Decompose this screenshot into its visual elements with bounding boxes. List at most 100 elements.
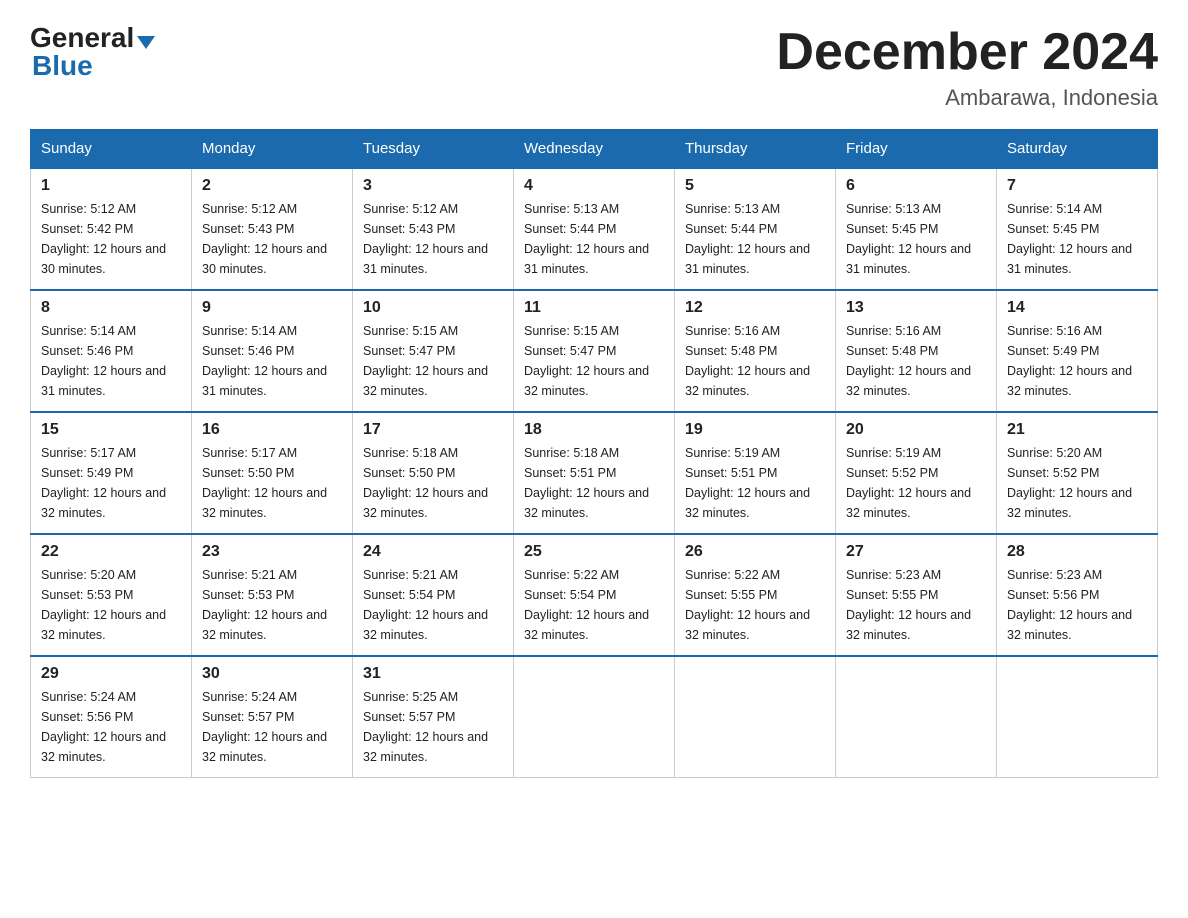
day-info: Sunrise: 5:13 AM Sunset: 5:44 PM Dayligh… bbox=[685, 199, 825, 279]
calendar-cell bbox=[675, 656, 836, 778]
day-info: Sunrise: 5:16 AM Sunset: 5:48 PM Dayligh… bbox=[685, 321, 825, 401]
calendar-cell: 24 Sunrise: 5:21 AM Sunset: 5:54 PM Dayl… bbox=[353, 534, 514, 656]
logo-blue-text: Blue bbox=[32, 50, 93, 81]
column-header-wednesday: Wednesday bbox=[514, 130, 675, 169]
column-header-thursday: Thursday bbox=[675, 130, 836, 169]
day-info: Sunrise: 5:24 AM Sunset: 5:56 PM Dayligh… bbox=[41, 687, 181, 767]
day-info: Sunrise: 5:18 AM Sunset: 5:50 PM Dayligh… bbox=[363, 443, 503, 523]
day-number: 29 bbox=[41, 665, 181, 683]
day-info: Sunrise: 5:24 AM Sunset: 5:57 PM Dayligh… bbox=[202, 687, 342, 767]
logo-text: General bbox=[30, 24, 155, 52]
day-info: Sunrise: 5:15 AM Sunset: 5:47 PM Dayligh… bbox=[524, 321, 664, 401]
calendar-cell: 16 Sunrise: 5:17 AM Sunset: 5:50 PM Dayl… bbox=[192, 412, 353, 534]
day-info: Sunrise: 5:17 AM Sunset: 5:49 PM Dayligh… bbox=[41, 443, 181, 523]
calendar-cell: 19 Sunrise: 5:19 AM Sunset: 5:51 PM Dayl… bbox=[675, 412, 836, 534]
day-number: 20 bbox=[846, 421, 986, 439]
day-number: 16 bbox=[202, 421, 342, 439]
day-number: 14 bbox=[1007, 299, 1147, 317]
calendar-header-row: SundayMondayTuesdayWednesdayThursdayFrid… bbox=[31, 130, 1158, 169]
day-number: 21 bbox=[1007, 421, 1147, 439]
day-number: 2 bbox=[202, 177, 342, 195]
calendar-cell: 29 Sunrise: 5:24 AM Sunset: 5:56 PM Dayl… bbox=[31, 656, 192, 778]
calendar-cell: 13 Sunrise: 5:16 AM Sunset: 5:48 PM Dayl… bbox=[836, 290, 997, 412]
day-info: Sunrise: 5:16 AM Sunset: 5:49 PM Dayligh… bbox=[1007, 321, 1147, 401]
day-info: Sunrise: 5:18 AM Sunset: 5:51 PM Dayligh… bbox=[524, 443, 664, 523]
day-info: Sunrise: 5:22 AM Sunset: 5:54 PM Dayligh… bbox=[524, 565, 664, 645]
day-info: Sunrise: 5:13 AM Sunset: 5:45 PM Dayligh… bbox=[846, 199, 986, 279]
calendar-cell: 4 Sunrise: 5:13 AM Sunset: 5:44 PM Dayli… bbox=[514, 168, 675, 290]
day-info: Sunrise: 5:23 AM Sunset: 5:55 PM Dayligh… bbox=[846, 565, 986, 645]
day-number: 10 bbox=[363, 299, 503, 317]
day-number: 5 bbox=[685, 177, 825, 195]
day-number: 23 bbox=[202, 543, 342, 561]
day-info: Sunrise: 5:21 AM Sunset: 5:54 PM Dayligh… bbox=[363, 565, 503, 645]
week-row-2: 8 Sunrise: 5:14 AM Sunset: 5:46 PM Dayli… bbox=[31, 290, 1158, 412]
column-header-friday: Friday bbox=[836, 130, 997, 169]
day-info: Sunrise: 5:14 AM Sunset: 5:45 PM Dayligh… bbox=[1007, 199, 1147, 279]
day-number: 9 bbox=[202, 299, 342, 317]
day-info: Sunrise: 5:20 AM Sunset: 5:52 PM Dayligh… bbox=[1007, 443, 1147, 523]
day-number: 19 bbox=[685, 421, 825, 439]
day-number: 30 bbox=[202, 665, 342, 683]
calendar-cell: 6 Sunrise: 5:13 AM Sunset: 5:45 PM Dayli… bbox=[836, 168, 997, 290]
calendar-cell: 28 Sunrise: 5:23 AM Sunset: 5:56 PM Dayl… bbox=[997, 534, 1158, 656]
calendar-cell: 27 Sunrise: 5:23 AM Sunset: 5:55 PM Dayl… bbox=[836, 534, 997, 656]
day-number: 12 bbox=[685, 299, 825, 317]
column-header-tuesday: Tuesday bbox=[353, 130, 514, 169]
day-number: 28 bbox=[1007, 543, 1147, 561]
day-number: 22 bbox=[41, 543, 181, 561]
calendar-cell: 11 Sunrise: 5:15 AM Sunset: 5:47 PM Dayl… bbox=[514, 290, 675, 412]
calendar-cell: 10 Sunrise: 5:15 AM Sunset: 5:47 PM Dayl… bbox=[353, 290, 514, 412]
day-info: Sunrise: 5:19 AM Sunset: 5:52 PM Dayligh… bbox=[846, 443, 986, 523]
day-number: 6 bbox=[846, 177, 986, 195]
calendar-cell bbox=[514, 656, 675, 778]
calendar-cell: 17 Sunrise: 5:18 AM Sunset: 5:50 PM Dayl… bbox=[353, 412, 514, 534]
day-number: 17 bbox=[363, 421, 503, 439]
calendar-cell: 31 Sunrise: 5:25 AM Sunset: 5:57 PM Dayl… bbox=[353, 656, 514, 778]
calendar-cell: 8 Sunrise: 5:14 AM Sunset: 5:46 PM Dayli… bbox=[31, 290, 192, 412]
month-year-title: December 2024 bbox=[776, 24, 1158, 81]
day-info: Sunrise: 5:14 AM Sunset: 5:46 PM Dayligh… bbox=[202, 321, 342, 401]
calendar-cell: 21 Sunrise: 5:20 AM Sunset: 5:52 PM Dayl… bbox=[997, 412, 1158, 534]
calendar-cell: 5 Sunrise: 5:13 AM Sunset: 5:44 PM Dayli… bbox=[675, 168, 836, 290]
calendar-cell: 30 Sunrise: 5:24 AM Sunset: 5:57 PM Dayl… bbox=[192, 656, 353, 778]
day-info: Sunrise: 5:22 AM Sunset: 5:55 PM Dayligh… bbox=[685, 565, 825, 645]
location-label: Ambarawa, Indonesia bbox=[776, 85, 1158, 111]
day-number: 27 bbox=[846, 543, 986, 561]
day-info: Sunrise: 5:17 AM Sunset: 5:50 PM Dayligh… bbox=[202, 443, 342, 523]
day-info: Sunrise: 5:12 AM Sunset: 5:43 PM Dayligh… bbox=[363, 199, 503, 279]
week-row-1: 1 Sunrise: 5:12 AM Sunset: 5:42 PM Dayli… bbox=[31, 168, 1158, 290]
calendar-cell: 18 Sunrise: 5:18 AM Sunset: 5:51 PM Dayl… bbox=[514, 412, 675, 534]
calendar-cell: 1 Sunrise: 5:12 AM Sunset: 5:42 PM Dayli… bbox=[31, 168, 192, 290]
calendar-cell: 22 Sunrise: 5:20 AM Sunset: 5:53 PM Dayl… bbox=[31, 534, 192, 656]
day-info: Sunrise: 5:21 AM Sunset: 5:53 PM Dayligh… bbox=[202, 565, 342, 645]
day-number: 4 bbox=[524, 177, 664, 195]
calendar-cell: 3 Sunrise: 5:12 AM Sunset: 5:43 PM Dayli… bbox=[353, 168, 514, 290]
week-row-3: 15 Sunrise: 5:17 AM Sunset: 5:49 PM Dayl… bbox=[31, 412, 1158, 534]
week-row-4: 22 Sunrise: 5:20 AM Sunset: 5:53 PM Dayl… bbox=[31, 534, 1158, 656]
day-number: 18 bbox=[524, 421, 664, 439]
day-number: 25 bbox=[524, 543, 664, 561]
day-number: 1 bbox=[41, 177, 181, 195]
calendar-table: SundayMondayTuesdayWednesdayThursdayFrid… bbox=[30, 129, 1158, 778]
day-number: 8 bbox=[41, 299, 181, 317]
calendar-cell: 9 Sunrise: 5:14 AM Sunset: 5:46 PM Dayli… bbox=[192, 290, 353, 412]
day-info: Sunrise: 5:20 AM Sunset: 5:53 PM Dayligh… bbox=[41, 565, 181, 645]
calendar-cell: 23 Sunrise: 5:21 AM Sunset: 5:53 PM Dayl… bbox=[192, 534, 353, 656]
logo: General Blue bbox=[30, 24, 155, 80]
calendar-cell: 26 Sunrise: 5:22 AM Sunset: 5:55 PM Dayl… bbox=[675, 534, 836, 656]
day-number: 15 bbox=[41, 421, 181, 439]
page-header: General Blue December 2024 Ambarawa, Ind… bbox=[30, 24, 1158, 111]
week-row-5: 29 Sunrise: 5:24 AM Sunset: 5:56 PM Dayl… bbox=[31, 656, 1158, 778]
title-area: December 2024 Ambarawa, Indonesia bbox=[776, 24, 1158, 111]
calendar-cell: 14 Sunrise: 5:16 AM Sunset: 5:49 PM Dayl… bbox=[997, 290, 1158, 412]
day-number: 13 bbox=[846, 299, 986, 317]
day-number: 3 bbox=[363, 177, 503, 195]
day-number: 7 bbox=[1007, 177, 1147, 195]
column-header-saturday: Saturday bbox=[997, 130, 1158, 169]
day-info: Sunrise: 5:23 AM Sunset: 5:56 PM Dayligh… bbox=[1007, 565, 1147, 645]
day-number: 26 bbox=[685, 543, 825, 561]
column-header-sunday: Sunday bbox=[31, 130, 192, 169]
calendar-cell bbox=[997, 656, 1158, 778]
column-header-monday: Monday bbox=[192, 130, 353, 169]
